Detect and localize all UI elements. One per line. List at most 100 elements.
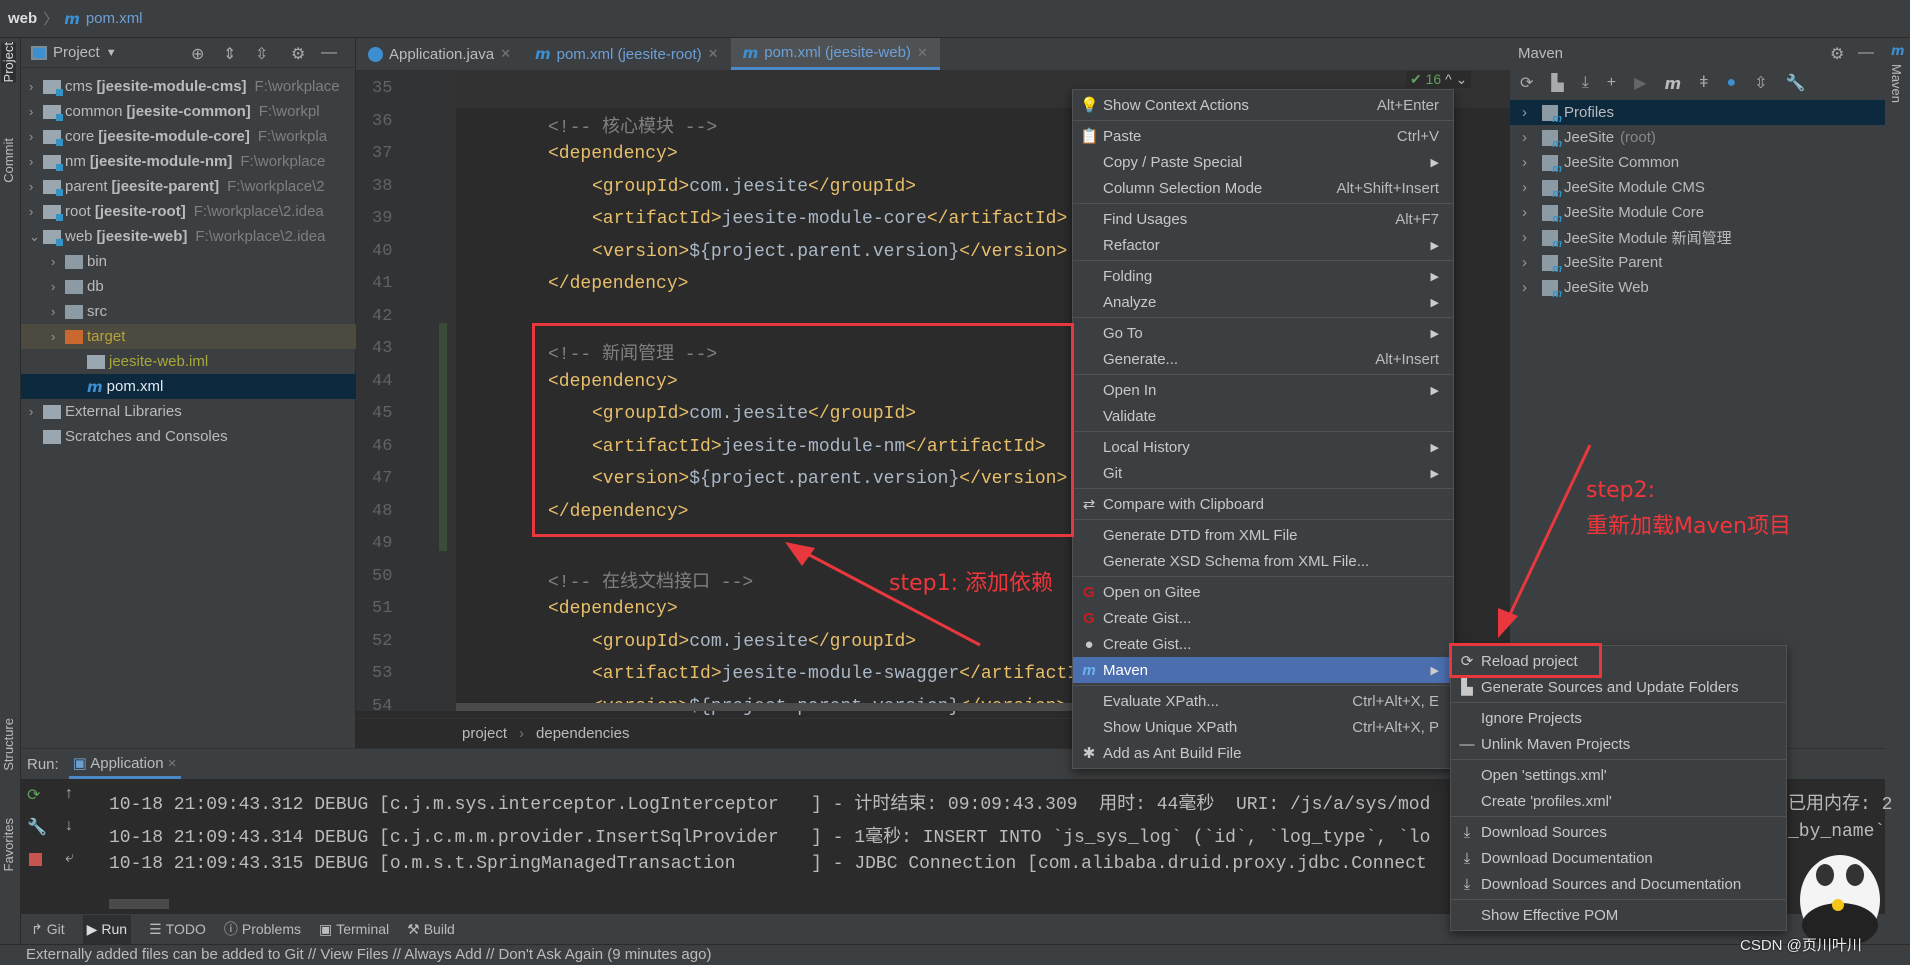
menu-item-maven[interactable]: m Maven ▶ xyxy=(1073,657,1453,683)
menu-item-validate[interactable]: Validate xyxy=(1073,403,1453,429)
maven-item-jeesite-web[interactable]: › JeeSite Web xyxy=(1510,275,1885,300)
menu-item-download-sources[interactable]: ⤓ Download Sources xyxy=(1451,819,1786,845)
menu-item-find-usages[interactable]: Find Usages Alt+F7 xyxy=(1073,206,1453,232)
tool-tab-run[interactable]: ▶ Run xyxy=(82,914,132,944)
menu-item-compare-with-clipboard[interactable]: ⇄ Compare with Clipboard xyxy=(1073,491,1453,517)
menu-item-go-to[interactable]: Go To ▶ xyxy=(1073,320,1453,346)
status-bar[interactable]: Externally added files can be added to G… xyxy=(0,944,1910,965)
tree-item-nm[interactable]: › nm [jeesite-module-nm] F:\workplace xyxy=(21,149,356,174)
menu-item-folding[interactable]: Folding ▶ xyxy=(1073,263,1453,289)
menu-item-git[interactable]: Git ▶ xyxy=(1073,460,1453,486)
breadcrumb-project[interactable]: project xyxy=(462,725,507,742)
soft-wrap-icon[interactable]: ⤶ xyxy=(65,849,74,867)
chevron-icon[interactable]: › xyxy=(29,79,43,94)
reload-icon[interactable]: ⟳ xyxy=(1520,73,1533,93)
tree-item-pom-xml[interactable]: m pom.xml xyxy=(21,374,356,399)
chevron-icon[interactable]: › xyxy=(1522,104,1536,121)
tool-tab-todo[interactable]: ☰ TODO xyxy=(149,921,206,938)
gear-icon[interactable]: ⚙ xyxy=(1830,44,1844,64)
close-icon[interactable]: ✕ xyxy=(708,46,719,62)
menu-item-open-in[interactable]: Open In ▶ xyxy=(1073,377,1453,403)
vcs-change-marker[interactable] xyxy=(439,323,447,551)
menu-item-show-unique-xpath[interactable]: Show Unique XPath Ctrl+Alt+X, P xyxy=(1073,714,1453,740)
down-icon[interactable]: ↓ xyxy=(65,817,73,835)
chevron-icon[interactable]: › xyxy=(1522,279,1536,296)
up-icon[interactable]: ↑ xyxy=(65,785,73,803)
wrench-icon[interactable]: 🔧 xyxy=(27,817,47,837)
chevron-icon[interactable]: › xyxy=(29,204,43,219)
menu-item-generate[interactable]: Generate... Alt+Insert xyxy=(1073,346,1453,372)
menu-item-create-gist[interactable]: G Create Gist... xyxy=(1073,605,1453,631)
menu-item-open-on-gitee[interactable]: G Open on Gitee xyxy=(1073,579,1453,605)
tree-item-common[interactable]: › common [jeesite-common] F:\workpl xyxy=(21,99,356,124)
tree-item-core[interactable]: › core [jeesite-module-core] F:\workpla xyxy=(21,124,356,149)
toggle-offline-icon[interactable]: ǂ xyxy=(1699,74,1708,92)
menu-item-local-history[interactable]: Local History ▶ xyxy=(1073,434,1453,460)
menu-item-refactor[interactable]: Refactor ▶ xyxy=(1073,232,1453,258)
tab-application-java[interactable]: Application.java ✕ xyxy=(356,38,523,70)
maven-item-profiles[interactable]: › Profiles xyxy=(1510,100,1885,125)
menu-item-generate-dtd-from-xml-file[interactable]: Generate DTD from XML File xyxy=(1073,522,1453,548)
tree-item-web[interactable]: ⌄ web [jeesite-web] F:\workplace\2.idea xyxy=(21,224,356,249)
tool-window-maven[interactable]: Maven xyxy=(1889,64,1904,103)
tab-pom-xml-jeesite-web[interactable]: m pom.xml (jeesite-web) ✕ xyxy=(730,38,940,70)
chevron-icon[interactable]: › xyxy=(1522,179,1536,196)
menu-item-unlink-maven-projects[interactable]: — Unlink Maven Projects xyxy=(1451,731,1786,757)
tree-item-src[interactable]: › src xyxy=(21,299,356,324)
maven-item-jeesite[interactable]: › JeeSite (root) xyxy=(1510,125,1885,150)
tool-window-commit[interactable]: Commit xyxy=(1,138,16,183)
tool-window-structure[interactable]: Structure xyxy=(1,718,16,771)
stop-icon[interactable] xyxy=(29,853,42,866)
breadcrumb-pom[interactable]: pom.xml xyxy=(86,10,143,27)
menu-item-ignore-projects[interactable]: Ignore Projects xyxy=(1451,705,1786,731)
download-icon[interactable]: ⤓ xyxy=(1582,74,1589,92)
tree-item-external-libraries[interactable]: › External Libraries xyxy=(21,399,356,424)
menu-item-show-effective-pom[interactable]: Show Effective POM xyxy=(1451,902,1786,928)
generate-sources-icon[interactable]: ▙ xyxy=(1551,73,1563,93)
menu-item-download-documentation[interactable]: ⤓ Download Documentation xyxy=(1451,845,1786,871)
chevron-icon[interactable]: › xyxy=(1522,204,1536,221)
next-highlight-icon[interactable]: ⌄ xyxy=(1456,71,1468,87)
tool-window-favorites[interactable]: Favorites xyxy=(1,818,16,871)
menu-item-analyze[interactable]: Analyze ▶ xyxy=(1073,289,1453,315)
maven-item-jeesite-module-core[interactable]: › JeeSite Module Core xyxy=(1510,200,1885,225)
chevron-icon[interactable]: › xyxy=(51,304,65,319)
expand-all-icon[interactable]: ⇕ xyxy=(223,44,236,64)
tree-item-cms[interactable]: › cms [jeesite-module-cms] F:\workplace xyxy=(21,74,356,99)
menu-item-create-gist[interactable]: ● Create Gist... xyxy=(1073,631,1453,657)
menu-item-add-as-ant-build-file[interactable]: ✱ Add as Ant Build File xyxy=(1073,740,1453,766)
tree-item-root[interactable]: › root [jeesite-root] F:\workplace\2.idea xyxy=(21,199,356,224)
tool-tab-git[interactable]: ↱ Git xyxy=(31,921,65,938)
tree-item-target[interactable]: › target xyxy=(21,324,356,349)
chevron-icon[interactable]: › xyxy=(1522,254,1536,271)
tool-tab-problems[interactable]: ⓘ Problems xyxy=(224,919,301,939)
wrench-icon[interactable]: 🔧 xyxy=(1786,73,1806,93)
maven-item-jeesite-parent[interactable]: › JeeSite Parent xyxy=(1510,250,1885,275)
collapse-all-icon[interactable]: ⇳ xyxy=(255,44,268,64)
menu-item-create-profiles-xml[interactable]: Create 'profiles.xml' xyxy=(1451,788,1786,814)
maven-item-jeesite-module-cms[interactable]: › JeeSite Module CMS xyxy=(1510,175,1885,200)
locate-icon[interactable]: ⊕ xyxy=(191,44,204,64)
inspection-widget[interactable]: ✔ 16 ^ ⌄ xyxy=(1406,71,1472,88)
menu-item-show-context-actions[interactable]: 💡 Show Context Actions Alt+Enter xyxy=(1073,92,1453,118)
menu-item-evaluate-xpath[interactable]: Evaluate XPath... Ctrl+Alt+X, E xyxy=(1073,688,1453,714)
tool-window-project[interactable]: Project xyxy=(1,42,16,83)
tree-item-jeesite-web-iml[interactable]: jeesite-web.iml xyxy=(21,349,356,374)
chevron-icon[interactable]: › xyxy=(1522,154,1536,171)
close-icon[interactable]: × xyxy=(168,755,177,772)
maven-item-jeesite-common[interactable]: › JeeSite Common xyxy=(1510,150,1885,175)
hide-icon[interactable]: — xyxy=(1858,44,1874,62)
breadcrumb-web[interactable]: web xyxy=(8,10,37,27)
rerun-icon[interactable]: ⟳ xyxy=(27,785,40,805)
tree-item-bin[interactable]: › bin xyxy=(21,249,356,274)
menu-item-download-sources-and-documentation[interactable]: ⤓ Download Sources and Documentation xyxy=(1451,871,1786,897)
execute-goal-icon[interactable]: m xyxy=(1664,74,1681,93)
chevron-icon[interactable]: › xyxy=(29,179,43,194)
add-icon[interactable]: + xyxy=(1607,74,1616,92)
chevron-icon[interactable]: › xyxy=(1522,229,1536,246)
menu-item-generate-xsd-schema-from-xml-file[interactable]: Generate XSD Schema from XML File... xyxy=(1073,548,1453,574)
maven-item-jeesite-module[interactable]: › JeeSite Module 新闻管理 xyxy=(1510,225,1885,250)
menu-item-copy-paste-special[interactable]: Copy / Paste Special ▶ xyxy=(1073,149,1453,175)
close-icon[interactable]: ✕ xyxy=(500,46,511,62)
breadcrumb-dependencies[interactable]: dependencies xyxy=(536,725,629,742)
